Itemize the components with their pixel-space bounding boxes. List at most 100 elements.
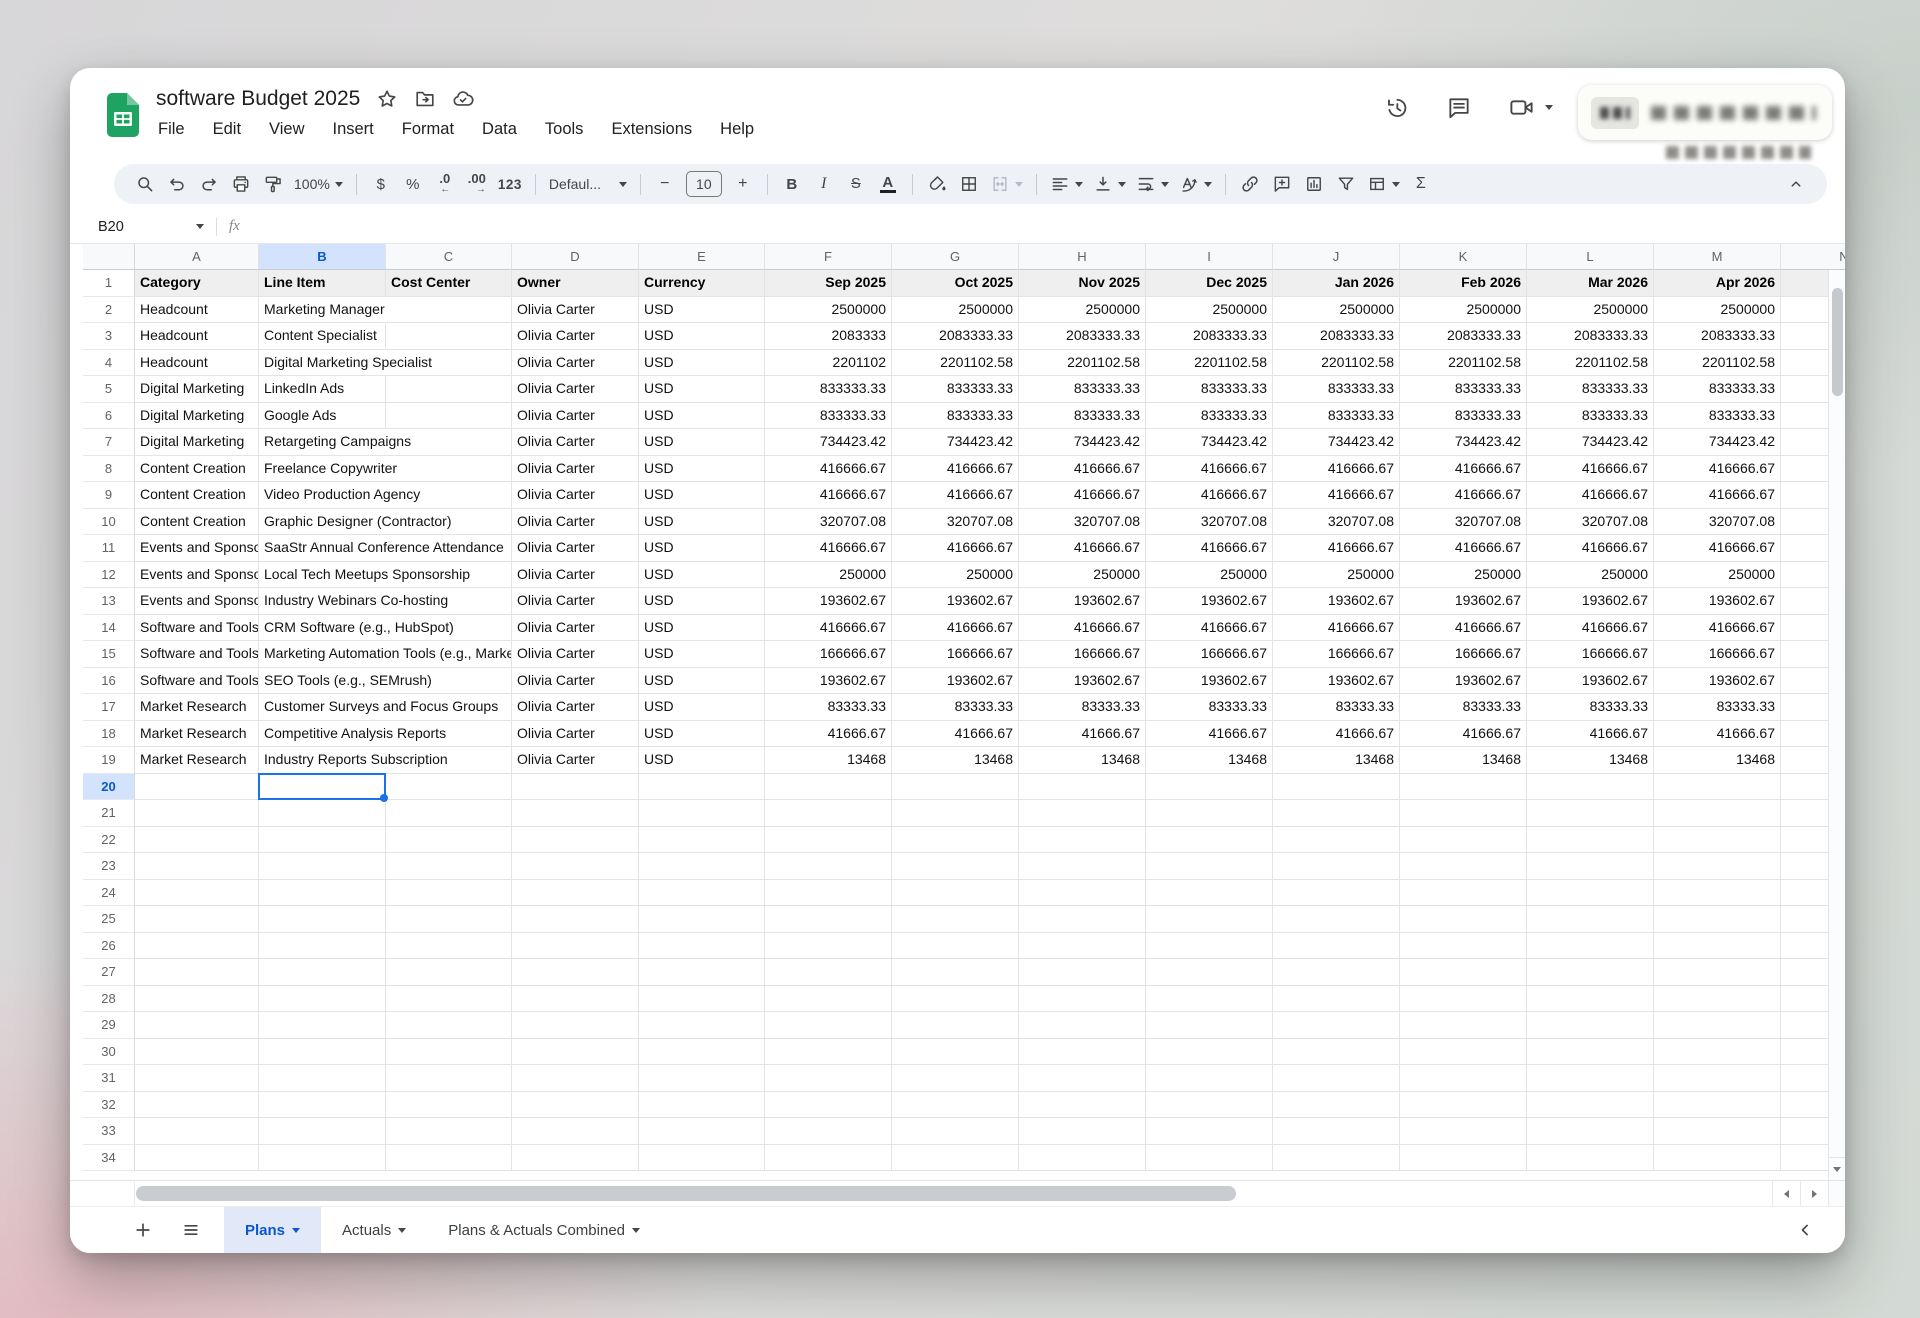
cell-empty[interactable] (765, 959, 892, 986)
cell-empty[interactable] (386, 959, 512, 986)
cell-empty[interactable] (639, 1092, 765, 1119)
cell-empty[interactable] (1273, 1012, 1400, 1039)
row-header-7[interactable]: 7 (83, 429, 135, 456)
cell-empty[interactable] (639, 1065, 765, 1092)
row-header-13[interactable]: 13 (83, 588, 135, 615)
cell-empty[interactable] (1146, 1092, 1273, 1119)
cell-category[interactable]: Digital Marketing (135, 429, 259, 456)
horizontal-scrollbar[interactable] (135, 1181, 1772, 1206)
column-header-I[interactable]: I (1146, 244, 1273, 270)
cell-amount[interactable]: 416666.67 (1400, 482, 1527, 509)
cell-empty[interactable] (135, 986, 259, 1013)
text-wrap-icon[interactable] (1132, 169, 1173, 199)
cell-empty[interactable] (639, 827, 765, 854)
cell-empty[interactable] (386, 1118, 512, 1145)
vertical-align-icon[interactable] (1089, 169, 1130, 199)
cell-empty[interactable] (259, 853, 386, 880)
cell-empty[interactable] (259, 906, 386, 933)
row-header-17[interactable]: 17 (83, 694, 135, 721)
cell-empty[interactable] (1654, 827, 1781, 854)
cell-currency[interactable]: USD (639, 694, 765, 721)
cell-empty[interactable] (1146, 774, 1273, 801)
cell-empty[interactable] (512, 1012, 639, 1039)
cell-empty[interactable] (1527, 1118, 1654, 1145)
cell-empty[interactable] (765, 774, 892, 801)
column-header-B[interactable]: B (259, 244, 386, 270)
cell-amount[interactable]: 833333.33 (1400, 403, 1527, 430)
cell-amount[interactable]: 250000 (1019, 562, 1146, 589)
cell-month-header[interactable]: Oct 2025 (892, 270, 1019, 297)
cell-empty[interactable] (1273, 986, 1400, 1013)
cell-amount[interactable]: 734423.42 (1019, 429, 1146, 456)
cell-amount[interactable]: 734423.42 (765, 429, 892, 456)
cell-empty[interactable] (386, 880, 512, 907)
cell-month-header[interactable]: Sep 2025 (765, 270, 892, 297)
cell-amount[interactable]: 13468 (1019, 747, 1146, 774)
cell-currency[interactable]: USD (639, 350, 765, 377)
cell-empty[interactable] (1019, 800, 1146, 827)
cell-amount[interactable]: 734423.42 (1273, 429, 1400, 456)
cell-empty[interactable] (512, 906, 639, 933)
cell-amount[interactable]: 833333.33 (1019, 403, 1146, 430)
menu-format[interactable]: Format (392, 118, 464, 141)
cell-empty[interactable] (1019, 774, 1146, 801)
cell-amount[interactable]: 2500000 (1400, 297, 1527, 324)
cell-empty[interactable] (512, 800, 639, 827)
cell-currency[interactable]: USD (639, 403, 765, 430)
cell-line-item[interactable]: Competitive Analysis Reports (259, 721, 512, 748)
cell-amount[interactable]: 41666.67 (765, 721, 892, 748)
move-to-folder-icon[interactable] (414, 88, 436, 110)
cell-amount[interactable]: 2500000 (1019, 297, 1146, 324)
cell-empty[interactable] (1527, 1012, 1654, 1039)
cell-A1-category[interactable]: Category (135, 270, 259, 297)
horizontal-align-icon[interactable] (1046, 169, 1087, 199)
cell-empty[interactable] (386, 933, 512, 960)
cell-empty[interactable] (512, 827, 639, 854)
cell-owner[interactable]: Olivia Carter (512, 694, 639, 721)
cell-amount[interactable]: 250000 (1273, 562, 1400, 589)
cell-empty[interactable] (1273, 933, 1400, 960)
cell-empty[interactable] (1146, 880, 1273, 907)
cell-amount[interactable]: 833333.33 (1273, 376, 1400, 403)
cell-empty[interactable] (1019, 906, 1146, 933)
cell-amount[interactable]: 166666.67 (1654, 641, 1781, 668)
cell-amount[interactable]: 416666.67 (1527, 615, 1654, 642)
star-icon[interactable] (376, 88, 398, 110)
add-sheet-icon[interactable] (126, 1213, 160, 1247)
cell-empty[interactable] (1019, 880, 1146, 907)
sheets-logo-icon[interactable] (106, 92, 140, 138)
scroll-left-button[interactable] (1772, 1181, 1800, 1206)
meet-video-call-icon[interactable] (1508, 94, 1553, 121)
cell-amount[interactable]: 193602.67 (1400, 668, 1527, 695)
column-header-J[interactable]: J (1273, 244, 1400, 270)
cell-empty[interactable] (386, 986, 512, 1013)
cell-empty[interactable] (765, 1145, 892, 1172)
cell-amount[interactable]: 2500000 (1146, 297, 1273, 324)
cell-empty[interactable] (1400, 1065, 1527, 1092)
cell-empty[interactable] (1527, 774, 1654, 801)
cell-owner[interactable]: Olivia Carter (512, 721, 639, 748)
cell-amount[interactable]: 416666.67 (765, 615, 892, 642)
row-header-29[interactable]: 29 (83, 1012, 135, 1039)
cell-line-item[interactable]: Google Ads (259, 403, 512, 430)
cell-empty[interactable] (1654, 906, 1781, 933)
document-title[interactable]: software Budget 2025 (156, 87, 360, 111)
version-history-icon[interactable] (1384, 95, 1410, 121)
cell-currency[interactable]: USD (639, 588, 765, 615)
bold-icon[interactable]: B (777, 169, 807, 199)
undo-icon[interactable] (162, 169, 192, 199)
cell-amount[interactable]: 193602.67 (1654, 588, 1781, 615)
row-header-24[interactable]: 24 (83, 880, 135, 907)
comments-icon[interactable] (1446, 95, 1472, 121)
cell-amount[interactable]: 416666.67 (892, 482, 1019, 509)
cell-empty[interactable] (1019, 1145, 1146, 1172)
cell-amount[interactable]: 320707.08 (1527, 509, 1654, 536)
row-header-28[interactable]: 28 (83, 986, 135, 1013)
cell-empty[interactable] (1654, 1092, 1781, 1119)
cell-amount[interactable]: 250000 (1146, 562, 1273, 589)
cell-currency[interactable]: USD (639, 747, 765, 774)
cell-empty[interactable] (1146, 1145, 1273, 1172)
row-header-11[interactable]: 11 (83, 535, 135, 562)
cell-empty[interactable] (386, 774, 512, 801)
row-header-26[interactable]: 26 (83, 933, 135, 960)
